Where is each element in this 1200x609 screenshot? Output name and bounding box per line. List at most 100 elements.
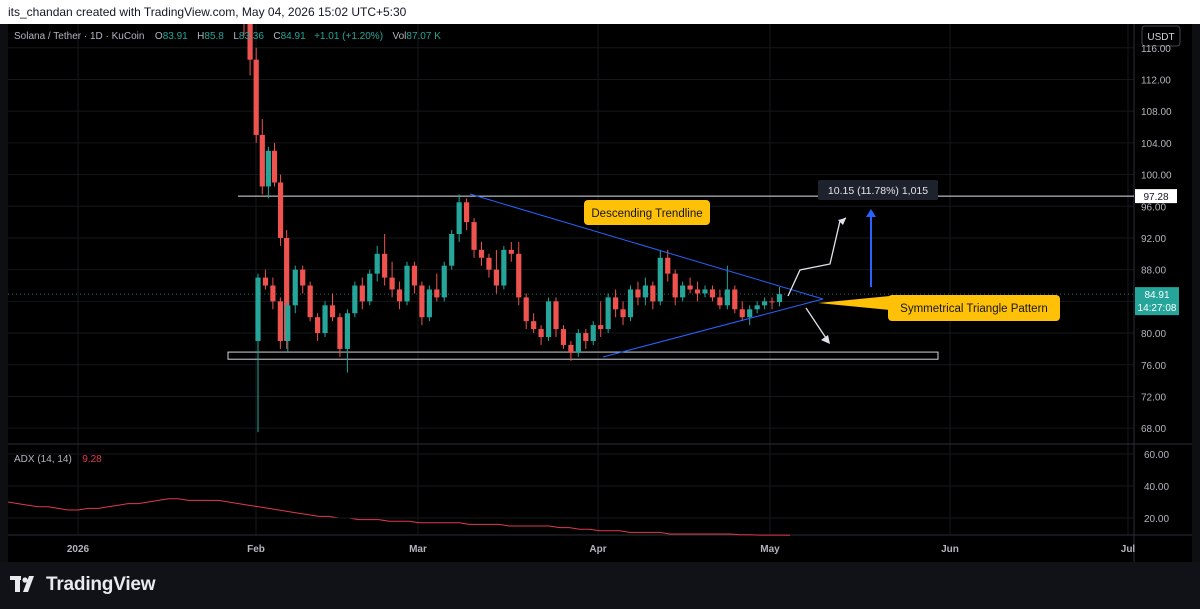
candle-body[interactable] [404,265,410,302]
legend-h-label: H [197,31,204,42]
candle-body[interactable] [359,285,365,302]
candle-body[interactable] [545,301,552,338]
candle-body[interactable] [702,289,708,294]
candle-body[interactable] [277,182,284,238]
time-label: 2026 [67,544,90,555]
candle-body[interactable] [253,59,259,135]
candle-body[interactable] [285,305,291,341]
candle-body[interactable] [501,249,507,286]
candle-body[interactable] [665,257,671,274]
candle-body[interactable] [411,265,418,286]
candle-body[interactable] [627,289,634,318]
time-label: Jun [941,544,959,555]
candle-body[interactable] [605,297,611,330]
candle-body[interactable] [300,269,306,286]
chart-svg[interactable]: 10.15 (11.78%) 1,015 Descending Trendlin… [7,0,1192,562]
candle-body[interactable] [650,285,656,302]
candle-body[interactable] [642,285,648,298]
candle-body[interactable] [396,289,403,302]
candle-body[interactable] [687,285,693,290]
candle-body[interactable] [464,202,470,223]
candle-body[interactable] [419,285,425,318]
candle-body[interactable] [367,273,373,302]
candle-body[interactable] [635,289,641,298]
candle-body[interactable] [271,150,278,183]
price-tick-label: 112.00 [1141,75,1171,86]
candle-body[interactable] [434,289,440,298]
candle-body[interactable] [553,301,559,330]
candle-body[interactable] [449,234,455,266]
candle-body[interactable] [471,222,477,250]
candle-body[interactable] [389,277,395,290]
candle-body[interactable] [478,249,485,258]
candle-body[interactable] [486,257,492,270]
candle-body[interactable] [262,277,269,286]
candle-body[interactable] [277,301,283,341]
candle-body[interactable] [508,249,514,254]
candle-body[interactable] [575,333,581,353]
price-tick-label: 104.00 [1141,139,1172,150]
candle-body[interactable] [694,289,701,294]
candle-body[interactable] [322,305,328,334]
candle-body[interactable] [620,309,626,318]
candle-body[interactable] [568,344,574,353]
candle-body[interactable] [598,325,604,330]
time-label: Apr [589,544,606,555]
candle-body[interactable] [754,305,760,310]
price-tick-label: 108.00 [1141,107,1172,118]
legend-c-label: C [273,31,280,42]
candle-body[interactable] [382,253,388,278]
price-tick-label: 116.00 [1141,44,1171,55]
candle-body[interactable] [255,277,261,341]
candle-body[interactable] [560,329,567,345]
candle-body[interactable] [344,313,350,349]
candle-body[interactable] [374,253,380,274]
adx-tick-label: 40.00 [1144,482,1169,493]
candle-body[interactable] [769,301,775,303]
candle-body[interactable] [717,297,723,306]
candle-body[interactable] [762,301,768,306]
candle-body[interactable] [531,321,537,330]
legend-change: +1.01 (+1.20%) [314,31,383,42]
candle-body[interactable] [739,309,745,318]
tradingview-logo[interactable]: TradingView [10,574,156,596]
candle-body[interactable] [776,294,783,303]
measure-label: 10.15 (11.78%) 1,015 [828,185,928,197]
countdown-label: 14:27:08 [1138,303,1177,314]
price-tick-label: 80.00 [1141,329,1166,340]
candle-body[interactable] [307,285,313,318]
candle-body[interactable] [270,285,276,302]
candle-body[interactable] [523,297,529,322]
candle-body[interactable] [732,289,738,310]
candle-body[interactable] [352,285,358,314]
adx-tick-label: 60.00 [1144,450,1169,461]
candle-body[interactable] [516,253,522,298]
candle-body[interactable] [456,202,462,234]
price-tick-label: 72.00 [1141,392,1166,403]
candle-body[interactable] [657,257,663,302]
candle-body[interactable] [493,269,499,286]
header-bar: its_chandan created with TradingView.com… [0,0,1200,24]
candle-body[interactable] [292,269,298,306]
legend-vol-label: Vol [392,31,406,42]
candle-body[interactable] [426,289,432,318]
candle-body[interactable] [265,150,271,187]
candle-body[interactable] [724,289,730,306]
descending-trendline-label: Descending Trendline [591,208,702,220]
price-tick-label: 88.00 [1141,266,1166,277]
candle-body[interactable] [538,329,544,338]
last-price-label: 84.91 [1144,290,1169,301]
candle-body[interactable] [680,285,686,298]
candle-body[interactable] [672,273,678,298]
candle-body[interactable] [747,309,753,318]
candle-body[interactable] [329,305,336,318]
candle-body[interactable] [583,333,589,341]
candle-body[interactable] [709,289,716,298]
chart-frame[interactable]: 10.15 (11.78%) 1,015 Descending Trendlin… [7,0,1192,562]
candle-body[interactable] [441,265,447,298]
candle-body[interactable] [315,317,321,334]
candle-body[interactable] [259,134,265,187]
candle-body[interactable] [337,317,343,349]
candle-body[interactable] [613,297,619,310]
candle-body[interactable] [590,325,596,341]
